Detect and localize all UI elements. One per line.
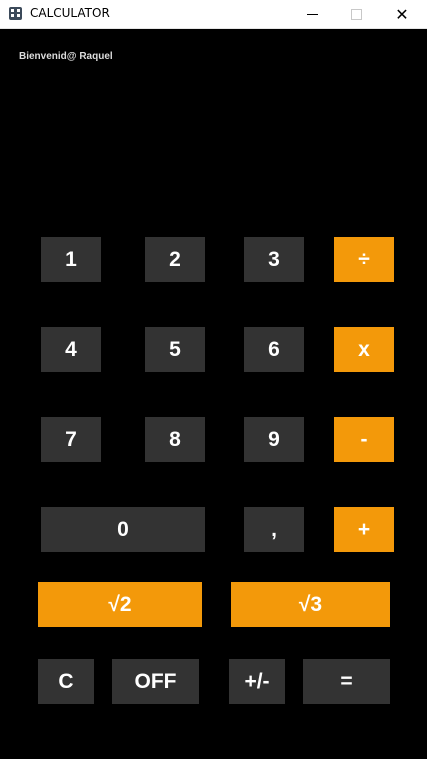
key-3-button[interactable]: 3 — [244, 237, 304, 282]
key-5-button[interactable]: 5 — [145, 327, 205, 372]
title-bar: CALCULATOR ✕ — [0, 0, 427, 29]
key-4-button[interactable]: 4 — [41, 327, 101, 372]
key-6-button[interactable]: 6 — [244, 327, 304, 372]
divide-button[interactable]: ÷ — [334, 237, 394, 282]
maximize-button[interactable] — [333, 0, 379, 28]
subtract-button[interactable]: - — [334, 417, 394, 462]
close-button[interactable]: ✕ — [379, 0, 425, 28]
key-9-button[interactable]: 9 — [244, 417, 304, 462]
equals-button[interactable]: = — [303, 659, 390, 704]
window-title: CALCULATOR — [30, 6, 110, 20]
negate-button[interactable]: +/- — [229, 659, 285, 704]
maximize-icon — [350, 8, 362, 20]
key-8-button[interactable]: 8 — [145, 417, 205, 462]
key-0-button[interactable]: 0 — [41, 507, 205, 552]
key-2-button[interactable]: 2 — [145, 237, 205, 282]
key-1-button[interactable]: 1 — [41, 237, 101, 282]
sqrt2-button[interactable]: √2 — [38, 582, 202, 627]
multiply-button[interactable]: x — [334, 327, 394, 372]
close-icon: ✕ — [395, 4, 409, 24]
comma-button[interactable]: , — [244, 507, 304, 552]
welcome-message: Bienvenid@ Raquel — [19, 51, 113, 62]
minimize-icon — [306, 13, 318, 15]
off-button[interactable]: OFF — [112, 659, 199, 704]
calculator-app-icon — [9, 7, 22, 20]
add-button[interactable]: + — [334, 507, 394, 552]
sqrt3-button[interactable]: √3 — [231, 582, 390, 627]
minimize-button[interactable] — [289, 0, 335, 28]
clear-button[interactable]: C — [38, 659, 94, 704]
key-7-button[interactable]: 7 — [41, 417, 101, 462]
